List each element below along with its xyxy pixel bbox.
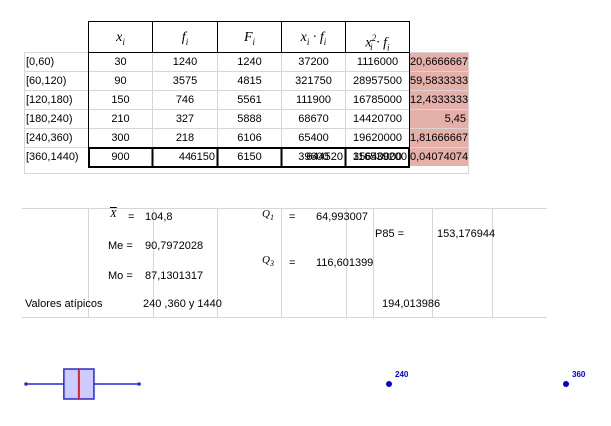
ratio-cell: 20,6666667	[410, 56, 469, 68]
F-cell: 6150	[237, 151, 262, 163]
x2f-cell: 1116000	[356, 56, 399, 68]
xf-cell: 321750	[295, 75, 332, 87]
ratio-cell: 1,81666667	[410, 132, 469, 144]
F-cell: 1240	[237, 56, 262, 68]
mean-symbol: X	[110, 208, 117, 220]
x2f-cell: 28957500	[353, 75, 402, 87]
header-xifi: xi · fi	[300, 30, 327, 47]
total-x2f: 116539200	[352, 151, 407, 163]
F-cell: 5561	[237, 94, 262, 106]
outlier-label: 240	[395, 370, 409, 379]
whisker-end-low	[24, 382, 28, 386]
median-value: 90,7972028	[145, 240, 204, 252]
interval-cell: [0,60)	[26, 56, 55, 68]
F-cell: 6106	[237, 132, 262, 144]
interval-cell: [120,180)	[26, 94, 73, 106]
x-cell: 30	[114, 56, 127, 68]
mode-value: 87,1301317	[145, 270, 204, 282]
boxplot: 240 360	[24, 368, 586, 400]
f-cell: 3575	[172, 75, 198, 87]
ratio-cell: 0,04074074	[410, 151, 469, 163]
x-cell: 300	[111, 132, 130, 144]
q3-equals: =	[289, 257, 296, 269]
F-cell: 5888	[237, 113, 262, 125]
whisker-end-high	[137, 382, 141, 386]
outliers-label: Valores atípicos	[25, 298, 103, 310]
outlier-point	[563, 381, 569, 387]
xf-cell: 65400	[298, 132, 329, 144]
header-xi2fi: x2i · fi	[365, 33, 390, 53]
q3-symbol: Q3	[262, 254, 274, 269]
x-cell: 210	[111, 113, 130, 125]
q1-symbol: Q1	[262, 208, 274, 223]
x2f-cell: 19620000	[353, 132, 402, 144]
F-cell: 4815	[237, 75, 262, 87]
header-xi: xi	[116, 30, 125, 47]
mode-label: Mo =	[108, 270, 133, 282]
p85-value: 153,176944	[437, 228, 496, 240]
x-cell: 90	[114, 75, 127, 87]
mean-value: 104,8	[145, 211, 173, 223]
q3-value: 116,601399	[316, 257, 374, 269]
f-cell: 218	[175, 132, 195, 144]
x-cell: 150	[111, 94, 130, 106]
interval-cell: [360,1440)	[26, 151, 79, 163]
median-label: Me =	[108, 240, 133, 252]
f-cell: 327	[175, 113, 195, 125]
x2f-cell: 16785000	[353, 94, 402, 106]
upper-fence-value: 194,013986	[382, 298, 441, 310]
ratio-cell: 59,5833333	[410, 75, 469, 87]
total-xf: 644520	[306, 151, 343, 163]
mean-equals: =	[128, 211, 135, 223]
ratio-cell: 12,4333333	[410, 94, 469, 106]
f-cell: 746	[175, 94, 195, 106]
q1-value: 64,993007	[316, 211, 368, 223]
x-cell: 900	[111, 151, 130, 163]
header-fi: fi	[181, 30, 189, 47]
interval-cell: [180,240)	[26, 113, 73, 125]
ratio-cell: 5,45	[444, 113, 466, 125]
header-Fi: Fi	[243, 30, 256, 47]
q1-equals: =	[289, 211, 296, 223]
interval-cell: [60,120)	[26, 75, 67, 87]
outlier-point	[386, 381, 392, 387]
interval-cell: [240,360)	[26, 132, 73, 144]
f-cell: 1240	[172, 56, 198, 68]
x2f-cell: 14420700	[353, 113, 402, 125]
outliers-value: 240 ,360 y 1440	[143, 298, 222, 310]
total-f: 6150	[190, 151, 215, 163]
xf-cell: 37200	[298, 56, 329, 68]
outlier-label: 360	[572, 370, 586, 379]
xf-cell: 111900	[295, 94, 332, 106]
p85-label: P85 =	[375, 228, 405, 240]
xf-cell: 68670	[298, 113, 329, 125]
